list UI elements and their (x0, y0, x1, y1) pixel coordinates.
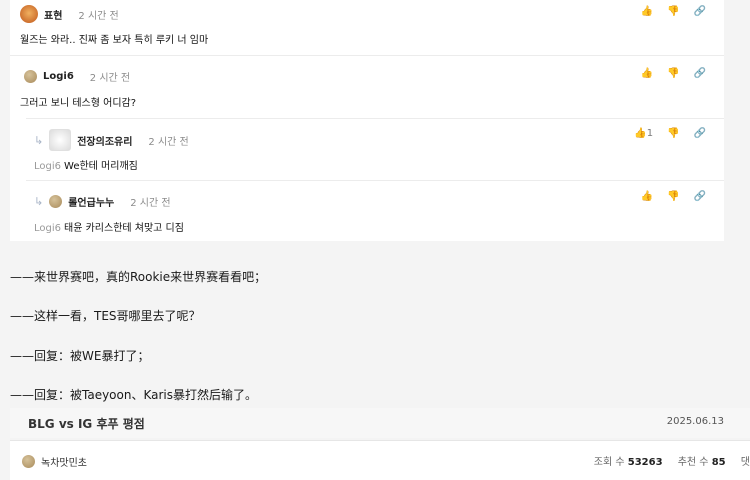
username[interactable]: 전장의조유리 (77, 133, 132, 148)
author[interactable]: 녹차맛민초 (22, 454, 87, 469)
avatar[interactable] (49, 129, 72, 151)
avatar[interactable] (49, 195, 63, 208)
comment-meta: 표현 2 시간 전 (20, 5, 119, 23)
author-name[interactable]: 녹차맛민초 (41, 454, 87, 469)
views-count: 53263 (627, 457, 663, 468)
article-meta: 녹차맛민초 조회 수 53263 추천 수 85 댓 (10, 440, 750, 480)
comment-actions: 👍 👎 🔗 (641, 68, 706, 79)
recommend-label: 추천 수 (677, 457, 709, 468)
views-label: 조회 수 (593, 457, 625, 468)
link-icon[interactable]: 🔗 (694, 128, 706, 139)
article-stats: 조회 수 53263 추천 수 85 댓 (594, 453, 750, 468)
article-header: BLG vs IG 후푸 평점 2025.06.13 (10, 408, 750, 438)
link-icon[interactable]: 🔗 (694, 191, 706, 202)
link-icon[interactable]: 🔗 (694, 6, 706, 17)
comment: 표현 2 시간 전 월즈는 와라.. 진짜 좀 보자 특히 루키 너 임마 👍 … (10, 0, 724, 55)
comment-body-text: 태윤 카리스한테 쳐맞고 디짐 (64, 223, 184, 234)
article-title[interactable]: BLG vs IG 후푸 평점 (28, 415, 145, 432)
translation-line: ——来世界赛吧，真的Rookie来世界赛看看吧； (10, 270, 267, 284)
comment-list: 표현 2 시간 전 월즈는 와라.. 진짜 좀 보자 특히 루키 너 임마 👍 … (10, 0, 724, 241)
translation-line: ——回复：被Taeyoon、Karis暴打然后输了。 (10, 388, 258, 402)
like-count: 1 (646, 128, 654, 139)
reply-comment: ↳ 전장의조유리 2 시간 전 Logi6 We한테 머리깨짐 👍1 👎 🔗 (26, 118, 724, 181)
comment-body: 월즈는 와라.. 진짜 좀 보자 특히 루키 너 임마 (20, 35, 209, 46)
username[interactable]: Logi6 (43, 71, 74, 82)
comment-body-text: We한테 머리깨짐 (64, 161, 138, 172)
mention[interactable]: Logi6 (34, 161, 61, 172)
thumbs-up-icon[interactable]: 👍 (641, 6, 653, 17)
translation-line: ——这样一看，TES哥哪里去了呢？ (10, 309, 201, 323)
timestamp: 2 시간 전 (148, 136, 189, 148)
thumbs-down-icon[interactable]: 👎 (667, 128, 679, 139)
comment-body: 그러고 보니 테스형 어디감? (20, 98, 137, 109)
avatar[interactable] (20, 5, 38, 23)
avatar[interactable] (22, 455, 35, 468)
timestamp: 2 시간 전 (130, 198, 171, 209)
reply-arrow-icon: ↳ (34, 195, 44, 208)
thumbs-up-icon[interactable]: 👍 (641, 68, 653, 79)
mention[interactable]: Logi6 (34, 223, 61, 234)
comments-label: 댓 (740, 457, 750, 468)
reply-arrow-icon: ↳ (34, 133, 44, 147)
avatar[interactable] (24, 70, 37, 83)
thumbs-up-icon[interactable]: 👍1 (634, 128, 653, 139)
thumbs-down-icon[interactable]: 👎 (667, 68, 679, 79)
comment-actions: 👍 👎 🔗 (641, 6, 706, 17)
comment-meta: ↳ 롤언급누누 2 시간 전 (34, 194, 171, 209)
username[interactable]: 롤언급누누 (68, 194, 114, 209)
thumbs-up-icon[interactable]: 👍 (641, 191, 653, 202)
comment: Logi6 2 시간 전 그러고 보니 테스형 어디감? 👍 👎 🔗 (10, 55, 724, 119)
comment-actions: 👍 👎 🔗 (641, 191, 706, 202)
recommend-count: 85 (711, 457, 726, 468)
link-icon[interactable]: 🔗 (694, 68, 706, 79)
translation-line: ——回复：被WE暴打了； (10, 349, 150, 363)
article-date: 2025.06.13 (666, 416, 724, 427)
timestamp: 2 시간 전 (89, 73, 131, 84)
thumbs-down-icon[interactable]: 👎 (667, 191, 679, 202)
username[interactable]: 표현 (44, 7, 62, 22)
comment-meta: Logi6 2 시간 전 (24, 69, 130, 84)
comment-body: Logi6 태윤 카리스한테 쳐맞고 디짐 (34, 219, 184, 234)
timestamp: 2 시간 전 (78, 10, 119, 22)
reply-comment: ↳ 롤언급누누 2 시간 전 Logi6 태윤 카리스한테 쳐맞고 디짐 👍 👎 … (26, 180, 724, 242)
comment-body: Logi6 We한테 머리깨짐 (34, 157, 138, 172)
comment-actions: 👍1 👎 🔗 (634, 128, 706, 139)
comment-meta: ↳ 전장의조유리 2 시간 전 (34, 129, 189, 151)
thumbs-down-icon[interactable]: 👎 (667, 6, 679, 17)
